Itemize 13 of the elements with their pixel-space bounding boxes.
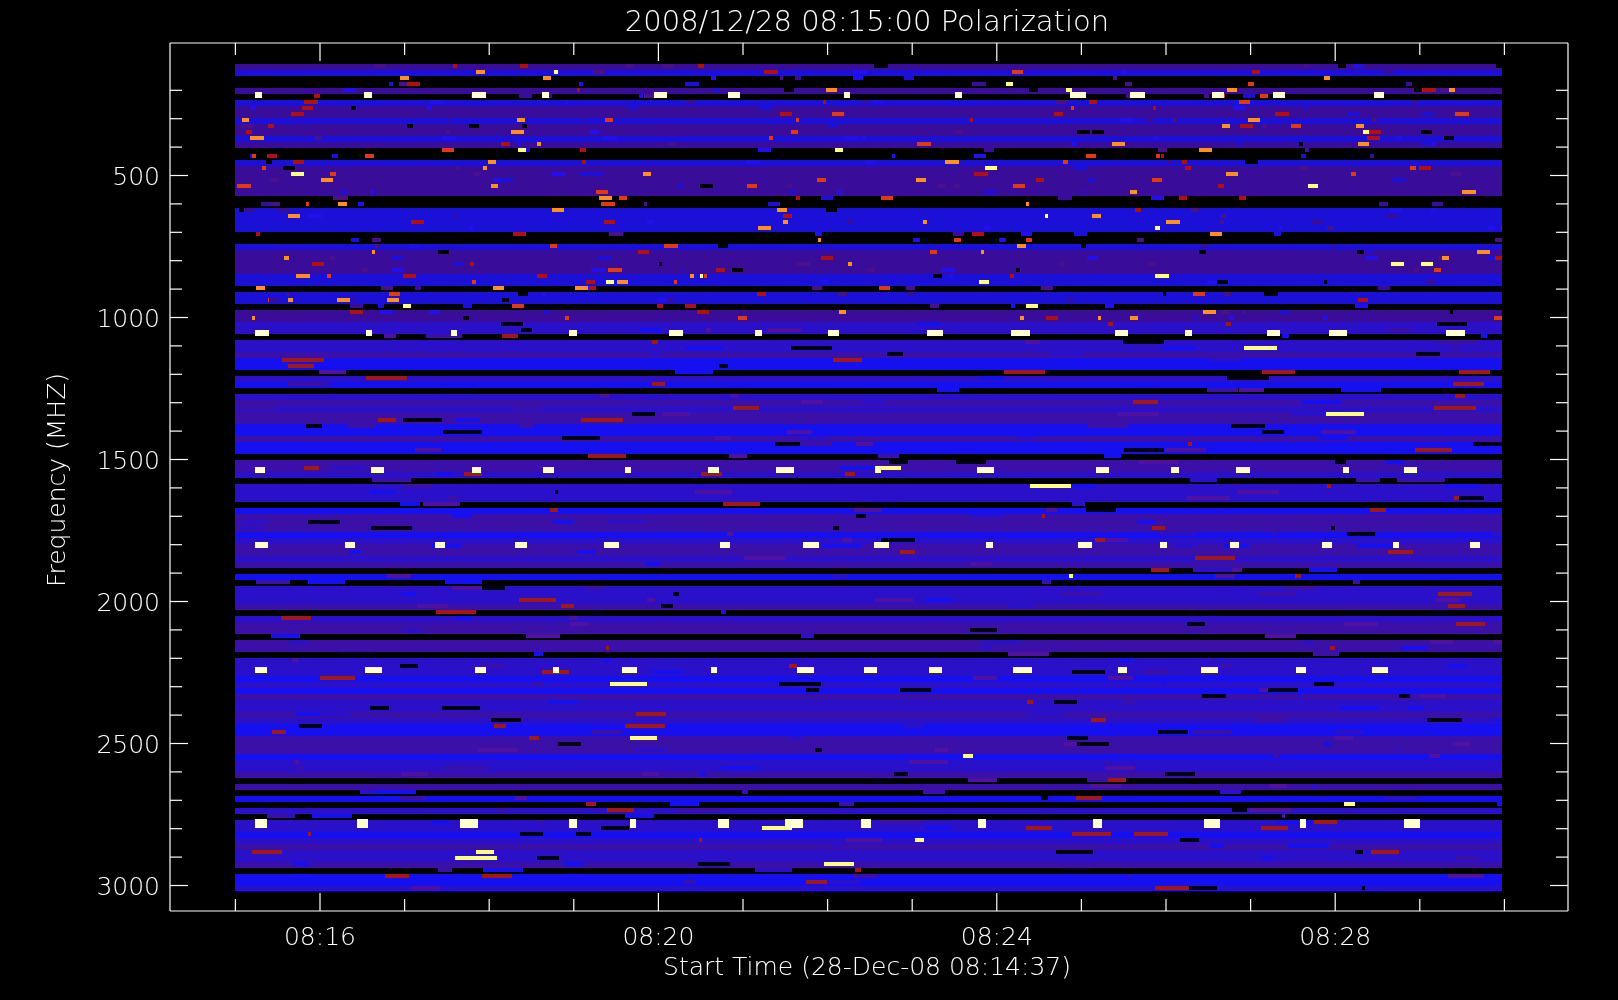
axis-tick-label: 1000 xyxy=(96,303,160,333)
axis-label: Frequency (MHZ) xyxy=(42,372,71,588)
axis-tick-label: 08:16 xyxy=(284,922,356,951)
axis-tick-label: 08:28 xyxy=(1299,922,1372,951)
axis-tick-label: 2000 xyxy=(96,587,160,617)
axis-tick-label: 2500 xyxy=(96,729,160,759)
axis-tick-label: 3000 xyxy=(96,871,160,901)
axis-tick-label: 08:20 xyxy=(622,922,695,951)
axis-label: Start Time (28-Dec-08 08:14:37) xyxy=(663,952,1071,981)
chart-title: 2008/12/28 08:15:00 Polarization xyxy=(624,4,1110,38)
axis-tick-label: 08:24 xyxy=(960,922,1033,951)
axis-tick-label: 500 xyxy=(112,161,160,191)
axis-tick-label: 1500 xyxy=(96,445,160,475)
